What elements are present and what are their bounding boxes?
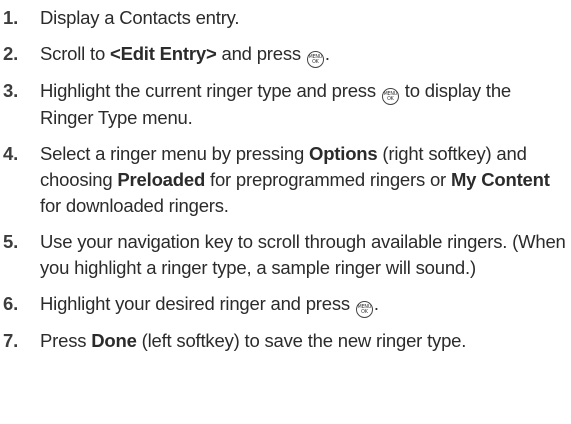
step-number: 3.	[3, 80, 19, 101]
step-5: 5. Use your navigation key to scroll thr…	[0, 229, 571, 281]
step-1: 1. Display a Contacts entry.	[0, 5, 571, 31]
step-text: Select a ringer menu by pressing Options…	[40, 143, 550, 216]
step-number: 1.	[3, 7, 19, 28]
step-2: 2. Scroll to <Edit Entry> and press MENU…	[0, 41, 571, 68]
menu-ok-key-icon: MENU OK	[306, 51, 324, 68]
step-text: Scroll to <Edit Entry> and press MENU OK.	[40, 43, 330, 68]
edit-entry-label: <Edit Entry>	[109, 43, 217, 64]
step-3: 3. Highlight the current ringer type and…	[0, 78, 571, 131]
menu-ok-key-icon: MENU OK	[381, 88, 399, 105]
step-number: 2.	[3, 43, 19, 64]
step-7: 7. Press Done (left softkey) to save the…	[0, 328, 571, 354]
step-number: 5.	[3, 231, 19, 252]
step-text: Use your navigation key to scroll throug…	[40, 231, 566, 278]
options-label: Options	[309, 143, 378, 164]
my-content-label: My Content	[450, 169, 550, 190]
step-text: Highlight your desired ringer and press …	[40, 293, 379, 318]
step-6: 6. Highlight your desired ringer and pre…	[0, 291, 571, 318]
step-text: Display a Contacts entry.	[40, 7, 240, 28]
step-number: 6.	[3, 293, 19, 314]
instruction-steps: 1. Display a Contacts entry. 2. Scroll t…	[0, 0, 571, 354]
step-text: Highlight the current ringer type and pr…	[40, 80, 511, 128]
step-4: 4. Select a ringer menu by pressing Opti…	[0, 141, 571, 219]
step-number: 4.	[3, 143, 19, 164]
step-number: 7.	[3, 330, 19, 351]
done-label: Done	[91, 330, 137, 351]
step-text: Press Done (left softkey) to save the ne…	[40, 330, 467, 351]
preloaded-label: Preloaded	[117, 169, 206, 190]
menu-ok-key-icon: MENU OK	[355, 301, 373, 318]
